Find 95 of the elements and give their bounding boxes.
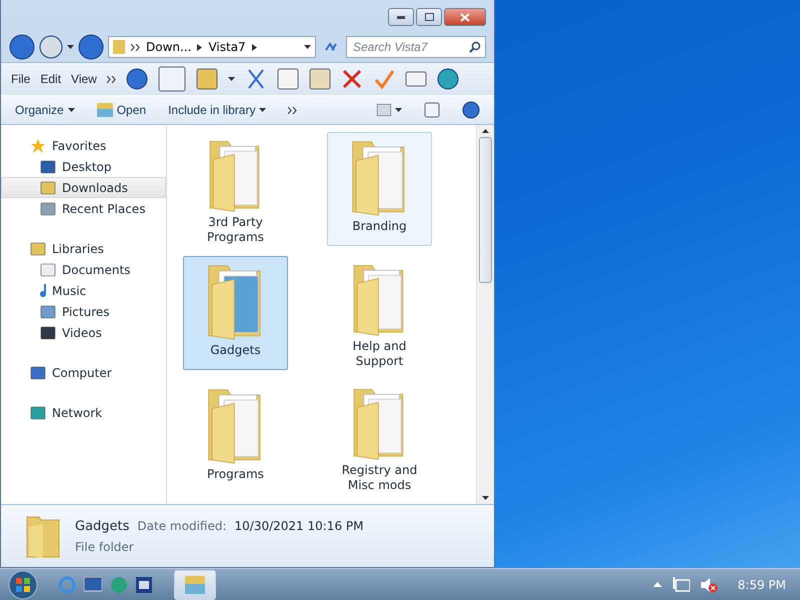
- folder-item[interactable]: Branding: [327, 132, 432, 246]
- folder-name: Programs: [207, 467, 264, 482]
- folder-name: Help and Support: [352, 339, 408, 369]
- more-icon[interactable]: [106, 76, 116, 82]
- maximize-button[interactable]: [416, 8, 442, 26]
- folder-item[interactable]: Registry and Misc mods: [327, 380, 432, 494]
- sidebar-label: Libraries: [52, 242, 104, 256]
- sidebar-label: Documents: [62, 262, 130, 276]
- globe-icon: [110, 576, 128, 594]
- up-arrow-button[interactable]: [126, 68, 148, 90]
- caret-icon: [304, 45, 311, 49]
- caret-icon: [259, 108, 266, 112]
- preview-pane-button[interactable]: [158, 66, 186, 92]
- checkmark-icon[interactable]: [372, 68, 395, 90]
- folder-icon: [113, 40, 125, 54]
- clock: 8:59 PM: [738, 578, 786, 592]
- minimize-button[interactable]: [388, 8, 414, 26]
- show-hidden-icons-icon[interactable]: [652, 582, 662, 587]
- folder-item[interactable]: Gadgets: [183, 256, 288, 370]
- scrollbar[interactable]: [476, 125, 494, 504]
- quick-launch-button[interactable]: [84, 576, 102, 592]
- address-bar[interactable]: Down... Vista7: [108, 36, 316, 58]
- field-label: Date modified:: [137, 518, 227, 532]
- sidebar-item[interactable]: Documents: [1, 259, 166, 280]
- sidebar-label: Music: [52, 284, 86, 298]
- minimize-icon: [397, 16, 405, 18]
- open-folder-icon: [96, 103, 113, 117]
- volume-muted-icon[interactable]: [700, 576, 718, 592]
- delete-icon[interactable]: [340, 68, 363, 90]
- sidebar-label: Downloads: [62, 180, 128, 194]
- help-button[interactable]: [462, 101, 480, 119]
- caret-icon: [395, 108, 402, 112]
- folder-item[interactable]: 3rd Party Programs: [183, 132, 288, 246]
- sidebar-label: Desktop: [62, 160, 112, 174]
- monitor-icon: [84, 576, 102, 592]
- scroll-down-icon: [482, 496, 489, 500]
- folder-name: Registry and Misc mods: [340, 463, 418, 493]
- command-button[interactable]: Open: [96, 103, 146, 117]
- search-field[interactable]: Search Vista7: [346, 36, 486, 58]
- close-button[interactable]: [444, 8, 486, 26]
- sidebar-label: Favorites: [52, 138, 106, 152]
- breadcrumb-arrow-icon[interactable]: [252, 44, 257, 50]
- menu-item[interactable]: File: [11, 72, 30, 86]
- breadcrumb-chevron-icon[interactable]: [131, 44, 140, 50]
- up-button[interactable]: [78, 34, 104, 60]
- sidebar-item[interactable]: Pictures: [1, 301, 166, 322]
- caret-icon: [67, 45, 74, 49]
- caret-icon: [228, 77, 235, 81]
- explorer-folder-icon: [185, 576, 205, 594]
- file-type: File folder: [75, 540, 135, 554]
- command-button[interactable]: Include in library: [168, 103, 266, 117]
- sidebar-item[interactable]: Network: [1, 402, 166, 423]
- sidebar-item[interactable]: Desktop: [1, 156, 166, 177]
- breadcrumb[interactable]: Vista7: [208, 40, 246, 54]
- back-button[interactable]: [9, 34, 35, 60]
- breadcrumb[interactable]: Down...: [146, 40, 192, 54]
- breadcrumb-arrow-icon[interactable]: [197, 44, 202, 50]
- sidebar-item[interactable]: Libraries: [1, 238, 166, 259]
- folder-name: Branding: [352, 219, 407, 234]
- menu-item[interactable]: View: [71, 72, 97, 86]
- browser-icon: [58, 576, 76, 594]
- caret-icon: [68, 108, 75, 112]
- scroll-thumb[interactable]: [479, 137, 492, 283]
- preview-pane-button[interactable]: [424, 102, 440, 118]
- folder-item[interactable]: Programs: [183, 380, 288, 494]
- monitor-icon: [40, 158, 56, 174]
- sidebar-item[interactable]: Videos: [1, 322, 166, 343]
- start-orb-icon: [6, 570, 40, 600]
- sidebar-item[interactable]: Computer: [1, 362, 166, 383]
- maximize-icon: [424, 13, 434, 21]
- sidebar-label: Videos: [62, 326, 102, 340]
- change-view-button[interactable]: [377, 104, 402, 116]
- sidebar-label: Recent Places: [62, 202, 146, 216]
- star-icon: [30, 138, 46, 154]
- sidebar-item[interactable]: Recent Places: [1, 198, 166, 219]
- folder-name: 3rd Party Programs: [206, 215, 265, 245]
- forward-button[interactable]: [39, 35, 63, 59]
- sidebar-item[interactable]: Downloads: [1, 177, 166, 198]
- more-icon[interactable]: [288, 106, 298, 114]
- command-button[interactable]: Organize: [15, 103, 75, 117]
- sidebar-label: Computer: [52, 366, 112, 380]
- sidebar-item[interactable]: Music: [1, 280, 166, 301]
- sidebar-item[interactable]: Favorites: [1, 135, 166, 156]
- sidebar-label: Pictures: [62, 304, 110, 318]
- scroll-up-icon: [482, 129, 489, 133]
- folder-item[interactable]: Help and Support: [327, 256, 432, 370]
- date-value: 10/30/2021 10:16 PM: [234, 518, 364, 532]
- music-note-icon: [40, 284, 46, 297]
- menu-item[interactable]: Edit: [40, 72, 62, 86]
- close-icon: [460, 12, 470, 22]
- view-icon: [377, 104, 391, 116]
- search-icon: [469, 41, 481, 53]
- folder-name: Gadgets: [210, 343, 261, 358]
- sidebar-label: Network: [52, 406, 102, 420]
- file-name: Gadgets: [75, 518, 130, 534]
